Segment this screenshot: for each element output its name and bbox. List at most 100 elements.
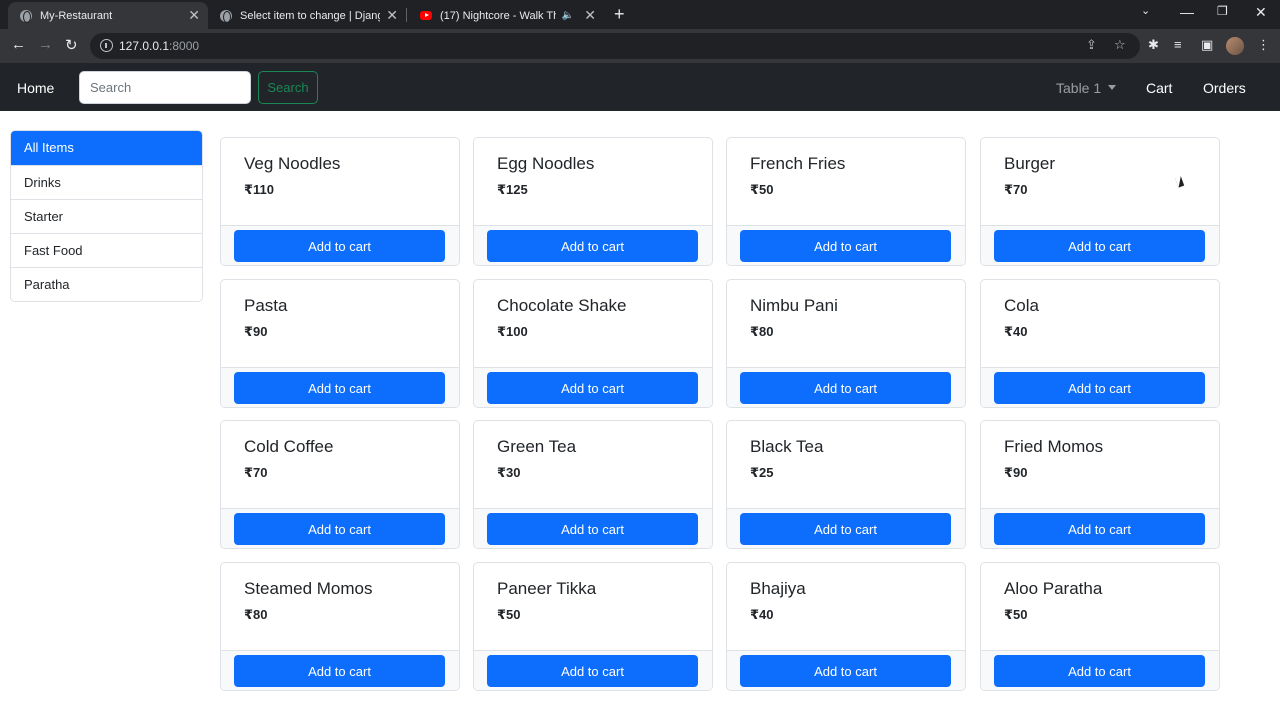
app-navbar: Home Search Table 1 Cart Orders bbox=[0, 63, 1280, 111]
browser-tab-strip: My-Restaurant ✕ Select item to change | … bbox=[0, 0, 1280, 29]
address-bar[interactable]: 127.0.0.1:8000 ⇪ ☆ bbox=[90, 33, 1140, 59]
menu-item-card: Green Tea ₹30 Add to cart bbox=[473, 420, 713, 549]
browser-toolbar: ← → ↻ 127.0.0.1:8000 ⇪ ☆ ✱ ≡ ▣ ⋮ bbox=[0, 29, 1280, 63]
menu-item-name: Green Tea bbox=[497, 437, 577, 456]
category-list: All Items Drinks Starter Fast Food Parat… bbox=[10, 130, 203, 302]
card-footer: Add to cart bbox=[981, 508, 1219, 548]
menu-item-card: Black Tea ₹25 Add to cart bbox=[726, 420, 966, 549]
side-panel-icon[interactable]: ▣ bbox=[1201, 37, 1213, 53]
menu-item-price: ₹125 bbox=[497, 182, 528, 197]
menu-item-price: ₹40 bbox=[750, 607, 774, 622]
menu-item-card: Bhajiya ₹40 Add to cart bbox=[726, 562, 966, 691]
cart-link[interactable]: Cart bbox=[1146, 80, 1172, 96]
menu-item-card: Steamed Momos ₹80 Add to cart bbox=[220, 562, 460, 691]
speaker-icon[interactable]: 🔈 bbox=[562, 10, 574, 21]
menu-item-name: Aloo Paratha bbox=[1004, 579, 1103, 598]
profile-avatar[interactable] bbox=[1226, 37, 1244, 55]
add-to-cart-button[interactable]: Add to cart bbox=[740, 655, 951, 687]
menu-item-card: French Fries ₹50 Add to cart bbox=[726, 137, 966, 266]
reload-icon[interactable]: ↻ bbox=[65, 36, 78, 54]
add-to-cart-button[interactable]: Add to cart bbox=[487, 655, 698, 687]
category-fast-food[interactable]: Fast Food bbox=[11, 233, 202, 267]
add-to-cart-button[interactable]: Add to cart bbox=[740, 513, 951, 545]
maximize-icon[interactable]: ❐ bbox=[1217, 4, 1228, 18]
browser-tab-django-admin[interactable]: Select item to change | Django s ✕ bbox=[208, 2, 406, 29]
menu-item-card: Burger ₹70 Add to cart bbox=[980, 137, 1220, 266]
search-button[interactable]: Search bbox=[258, 71, 318, 104]
close-tab-icon[interactable]: ✕ bbox=[188, 7, 200, 24]
card-footer: Add to cart bbox=[727, 367, 965, 407]
add-to-cart-button[interactable]: Add to cart bbox=[994, 230, 1205, 262]
category-starter[interactable]: Starter bbox=[11, 199, 202, 233]
orders-link[interactable]: Orders bbox=[1203, 80, 1246, 96]
table-selector-dropdown[interactable]: Table 1 bbox=[1056, 80, 1117, 96]
menu-item-card: Paneer Tikka ₹50 Add to cart bbox=[473, 562, 713, 691]
menu-item-name: French Fries bbox=[750, 154, 846, 173]
menu-item-price: ₹50 bbox=[1004, 607, 1028, 622]
youtube-icon bbox=[420, 11, 432, 20]
add-to-cart-button[interactable]: Add to cart bbox=[487, 513, 698, 545]
close-tab-icon[interactable]: ✕ bbox=[386, 7, 398, 24]
add-to-cart-button[interactable]: Add to cart bbox=[234, 655, 445, 687]
add-to-cart-button[interactable]: Add to cart bbox=[740, 230, 951, 262]
globe-icon bbox=[220, 9, 232, 23]
menu-item-card: Chocolate Shake ₹100 Add to cart bbox=[473, 279, 713, 408]
back-arrow-icon[interactable]: ← bbox=[11, 36, 26, 53]
media-queue-icon[interactable]: ≡ bbox=[1174, 37, 1182, 52]
menu-item-name: Paneer Tikka bbox=[497, 579, 597, 598]
bookmark-star-icon[interactable]: ☆ bbox=[1114, 37, 1126, 53]
tab-search-chevron-icon[interactable]: ⌄ bbox=[1141, 4, 1150, 17]
forward-arrow-icon[interactable]: → bbox=[38, 36, 53, 53]
menu-item-price: ₹30 bbox=[497, 465, 521, 480]
add-to-cart-button[interactable]: Add to cart bbox=[994, 513, 1205, 545]
card-footer: Add to cart bbox=[727, 508, 965, 548]
menu-item-name: Cola bbox=[1004, 296, 1039, 315]
browser-tab-my-restaurant[interactable]: My-Restaurant ✕ bbox=[8, 2, 208, 29]
minimize-icon[interactable]: — bbox=[1180, 4, 1194, 20]
caret-down-icon bbox=[1108, 85, 1117, 90]
menu-item-name: Pasta bbox=[244, 296, 288, 315]
menu-item-card: Aloo Paratha ₹50 Add to cart bbox=[980, 562, 1220, 691]
menu-item-price: ₹100 bbox=[497, 324, 528, 339]
menu-item-price: ₹90 bbox=[244, 324, 268, 339]
add-to-cart-button[interactable]: Add to cart bbox=[994, 372, 1205, 404]
add-to-cart-button[interactable]: Add to cart bbox=[234, 372, 445, 404]
menu-item-card: Cola ₹40 Add to cart bbox=[980, 279, 1220, 408]
menu-item-name: Black Tea bbox=[750, 437, 824, 456]
category-all-items[interactable]: All Items bbox=[11, 131, 202, 165]
add-to-cart-button[interactable]: Add to cart bbox=[994, 655, 1205, 687]
menu-item-name: Cold Coffee bbox=[244, 437, 334, 456]
site-info-icon[interactable] bbox=[100, 39, 113, 52]
menu-item-price: ₹25 bbox=[750, 465, 774, 480]
card-footer: Add to cart bbox=[474, 225, 712, 265]
table-selector-label: Table 1 bbox=[1056, 80, 1102, 96]
menu-item-name: Chocolate Shake bbox=[497, 296, 627, 315]
card-footer: Add to cart bbox=[474, 508, 712, 548]
close-window-icon[interactable]: ✕ bbox=[1255, 4, 1267, 21]
add-to-cart-button[interactable]: Add to cart bbox=[487, 372, 698, 404]
menu-kebab-icon[interactable]: ⋮ bbox=[1257, 37, 1270, 53]
menu-item-name: Fried Momos bbox=[1004, 437, 1104, 456]
menu-item-price: ₹80 bbox=[750, 324, 774, 339]
browser-tab-youtube[interactable]: (17) Nightcore - Walk Thru F 🔈 ✕ bbox=[408, 2, 604, 29]
new-tab-plus-icon[interactable]: + bbox=[614, 4, 625, 25]
menu-item-price: ₹70 bbox=[1004, 182, 1028, 197]
close-tab-icon[interactable]: ✕ bbox=[584, 7, 596, 24]
extensions-puzzle-icon[interactable]: ✱ bbox=[1148, 37, 1159, 53]
category-paratha[interactable]: Paratha bbox=[11, 267, 202, 301]
card-footer: Add to cart bbox=[981, 225, 1219, 265]
share-icon[interactable]: ⇪ bbox=[1086, 37, 1097, 53]
menu-item-card: Veg Noodles ₹110 Add to cart bbox=[220, 137, 460, 266]
category-drinks[interactable]: Drinks bbox=[11, 165, 202, 199]
card-footer: Add to cart bbox=[221, 367, 459, 407]
search-input[interactable] bbox=[79, 71, 251, 104]
add-to-cart-button[interactable]: Add to cart bbox=[487, 230, 698, 262]
tab-divider bbox=[406, 8, 407, 22]
menu-item-name: Burger bbox=[1004, 154, 1056, 173]
card-footer: Add to cart bbox=[474, 367, 712, 407]
home-link[interactable]: Home bbox=[17, 80, 54, 96]
add-to-cart-button[interactable]: Add to cart bbox=[740, 372, 951, 404]
add-to-cart-button[interactable]: Add to cart bbox=[234, 513, 445, 545]
globe-icon bbox=[20, 9, 32, 23]
add-to-cart-button[interactable]: Add to cart bbox=[234, 230, 445, 262]
